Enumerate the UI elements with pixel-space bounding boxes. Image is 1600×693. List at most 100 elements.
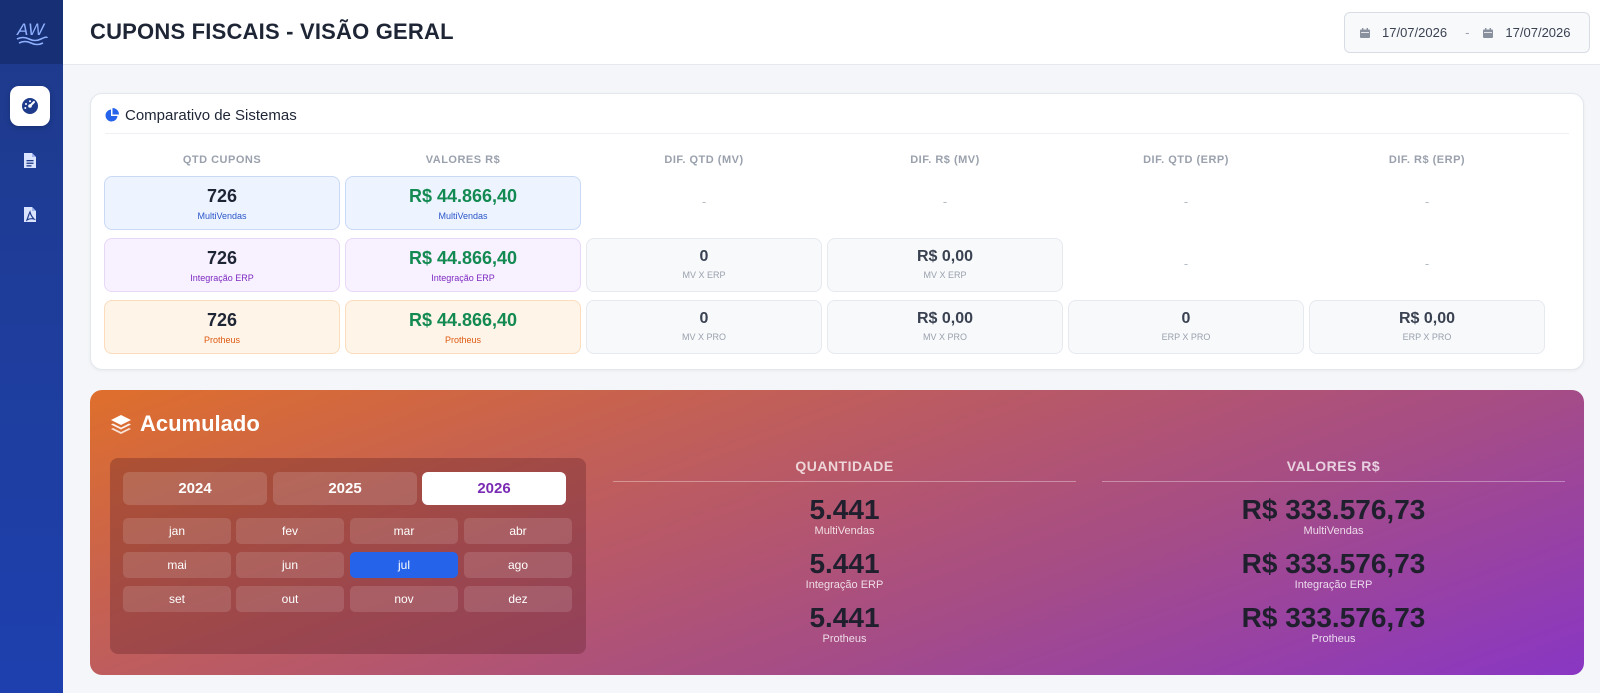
month-button-out[interactable]: out (236, 586, 344, 612)
stat-label: Protheus (822, 633, 867, 645)
stat-label: MultiVendas (814, 525, 875, 537)
sidebar-item-pdf[interactable] (10, 194, 50, 234)
valores-column: VALORES R$ R$ 333.576,73 MultiVendas R$ … (1102, 458, 1565, 645)
pie-chart-icon (105, 108, 119, 122)
dif-label: ERP X PRO (1161, 332, 1211, 342)
stat-label: Protheus (1311, 633, 1356, 645)
column-header: DIF. R$ (ERP) (1388, 154, 1466, 166)
qtd-erp-cell: 726 Integração ERP (104, 238, 340, 292)
dif-label: MV X PRO (922, 332, 967, 342)
acumulado-header: Acumulado (110, 411, 260, 437)
empty-dash: - (942, 194, 948, 209)
month-button-ago[interactable]: ago (464, 552, 572, 578)
stat-value: R$ 333.576,73 (1241, 494, 1426, 525)
valor-label: MultiVendas (438, 211, 488, 221)
sidebar-item-dashboard[interactable] (10, 86, 50, 126)
dif-value: 0 (699, 310, 709, 327)
month-button-jul[interactable]: jul (350, 552, 458, 578)
date-to-field[interactable]: 17/07/2026 (1505, 25, 1570, 40)
stat-label: Integração ERP (1294, 579, 1373, 591)
date-range-picker[interactable]: 17/07/2026 - 17/07/2026 (1344, 12, 1590, 53)
qtd-label: Integração ERP (190, 273, 254, 283)
stat-label: Integração ERP (805, 579, 884, 591)
column-header: DIF. QTD (ERP) (1143, 154, 1229, 166)
empty-dash: - (1424, 256, 1430, 271)
qtd-label: MultiVendas (197, 211, 247, 221)
dif-qtd-mv-pro-cell: 0 MV X PRO (586, 300, 822, 354)
empty-dash: - (1183, 194, 1189, 209)
empty-dash: - (1424, 194, 1430, 209)
acumulado-panel: Acumulado 2024 2025 2026 jan fev mar abr… (90, 390, 1584, 675)
dif-val-mv-pro-cell: R$ 0,00 MV X PRO (827, 300, 1063, 354)
layers-icon (111, 415, 131, 434)
acumulado-title: Acumulado (140, 411, 260, 436)
quantidade-stat: 5.441 Integração ERP (613, 549, 1076, 591)
pdf-file-icon (24, 206, 36, 222)
qtd-value: 726 (206, 186, 238, 206)
dif-qtd-erp-pro-cell: 0 ERP X PRO (1068, 300, 1304, 354)
month-button-mar[interactable]: mar (350, 518, 458, 544)
dif-value: R$ 0,00 (916, 248, 974, 265)
empty-dash: - (701, 194, 707, 209)
page-title: CUPONS FISCAIS - VISÃO GERAL (90, 19, 454, 44)
qtd-value: 726 (206, 248, 238, 268)
quantidade-stat: 5.441 Protheus (613, 603, 1076, 645)
quantidade-stat: 5.441 MultiVendas (613, 495, 1076, 537)
valores-stat: R$ 333.576,73 MultiVendas (1102, 495, 1565, 537)
sidebar-item-documents[interactable] (10, 140, 50, 180)
year-button-2025[interactable]: 2025 (273, 472, 417, 505)
dif-label: MV X ERP (923, 270, 967, 280)
card-title: Comparativo de Sistemas (125, 107, 297, 124)
svg-text:AW: AW (16, 20, 46, 39)
stat-value: R$ 333.576,73 (1241, 548, 1426, 579)
valor-label: Protheus (444, 335, 482, 345)
dif-value: 0 (1181, 310, 1191, 327)
stat-value: 5.441 (809, 602, 880, 633)
app-logo[interactable]: AW (0, 0, 63, 64)
column-header: QTD CUPONS (182, 154, 262, 166)
dif-label: MV X PRO (681, 332, 726, 342)
dif-label: ERP X PRO (1402, 332, 1452, 342)
quantidade-header: QUANTIDADE (613, 458, 1076, 482)
valor-multivendas-cell: R$ 44.866,40 MultiVendas (345, 176, 581, 230)
qtd-value: 726 (206, 310, 238, 330)
valor-value: R$ 44.866,40 (408, 186, 518, 206)
year-button-2026[interactable]: 2026 (422, 472, 566, 505)
card-header: Comparativo de Sistemas (105, 108, 1569, 134)
month-button-jan[interactable]: jan (123, 518, 231, 544)
dif-value: R$ 0,00 (916, 310, 974, 327)
qtd-label: Protheus (203, 335, 241, 345)
valor-erp-cell: R$ 44.866,40 Integração ERP (345, 238, 581, 292)
stat-value: 5.441 (809, 494, 880, 525)
valor-protheus-cell: R$ 44.866,40 Protheus (345, 300, 581, 354)
month-button-mai[interactable]: mai (123, 552, 231, 578)
logo-icon: AW (16, 20, 48, 46)
month-button-fev[interactable]: fev (236, 518, 344, 544)
column-header: DIF. QTD (MV) (664, 154, 744, 166)
month-button-jun[interactable]: jun (236, 552, 344, 578)
year-button-2024[interactable]: 2024 (123, 472, 267, 505)
valores-stat: R$ 333.576,73 Integração ERP (1102, 549, 1565, 591)
comparativo-card: Comparativo de Sistemas QTD CUPONS VALOR… (90, 93, 1584, 370)
dashboard-gauge-icon (22, 98, 38, 114)
valor-value: R$ 44.866,40 (408, 310, 518, 330)
dif-label: MV X ERP (682, 270, 726, 280)
qtd-multivendas-cell: 726 MultiVendas (104, 176, 340, 230)
dif-val-mv-erp-cell: R$ 0,00 MV X ERP (827, 238, 1063, 292)
month-button-set[interactable]: set (123, 586, 231, 612)
stat-value: 5.441 (809, 548, 880, 579)
dif-qtd-mv-erp-cell: 0 MV X ERP (586, 238, 822, 292)
month-button-nov[interactable]: nov (350, 586, 458, 612)
dif-val-erp-pro-cell: R$ 0,00 ERP X PRO (1309, 300, 1545, 354)
column-header: VALORES R$ (425, 154, 501, 166)
valor-value: R$ 44.866,40 (408, 248, 518, 268)
stat-label: MultiVendas (1303, 525, 1364, 537)
date-from-field[interactable]: 17/07/2026 (1382, 25, 1447, 40)
valores-stat: R$ 333.576,73 Protheus (1102, 603, 1565, 645)
dif-value: 0 (699, 248, 709, 265)
calendar-icon (1360, 27, 1370, 38)
month-button-abr[interactable]: abr (464, 518, 572, 544)
month-button-dez[interactable]: dez (464, 586, 572, 612)
sidebar: AW (0, 0, 63, 693)
column-header: DIF. R$ (MV) (910, 154, 980, 166)
